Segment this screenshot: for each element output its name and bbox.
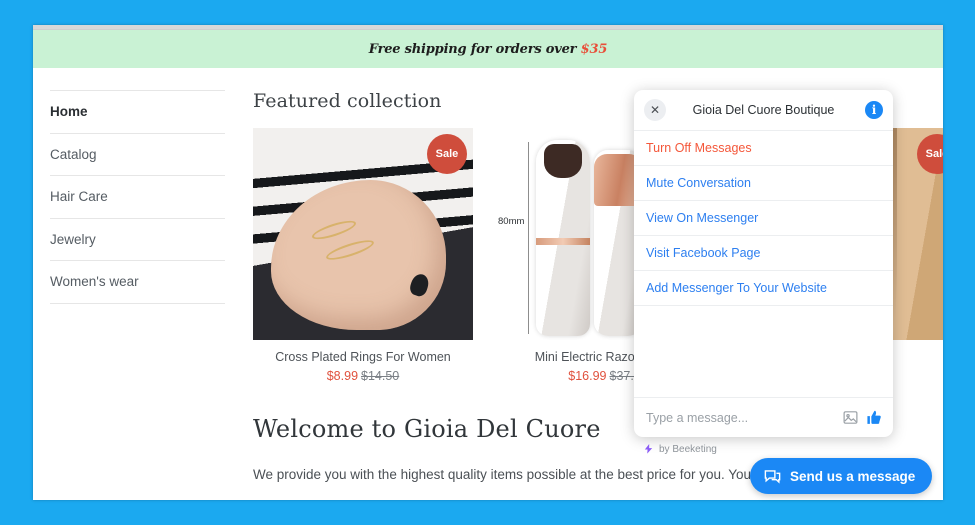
menu-item-visit-facebook-page-label: Visit Facebook Page — [646, 246, 761, 260]
product-image-rings[interactable]: Sale — [253, 128, 473, 340]
razor-head — [544, 144, 582, 178]
messenger-header: ✕ Gioia Del Cuore Boutique i — [634, 90, 893, 130]
thumbs-up-icon[interactable] — [866, 409, 883, 426]
announcement-bar: Free shipping for orders over $35 — [33, 30, 943, 68]
sidebar-item-home-label: Home — [50, 104, 88, 119]
chat-bubble-icon — [764, 469, 781, 484]
menu-item-mute-conversation[interactable]: Mute Conversation — [634, 165, 893, 200]
menu-item-view-on-messenger-label: View On Messenger — [646, 211, 759, 225]
image-attachment-icon[interactable] — [842, 409, 859, 426]
sidebar-item-hair-care[interactable]: Hair Care — [50, 175, 225, 218]
sidebar-item-catalog-label: Catalog — [50, 146, 97, 162]
sale-badge: Sale — [427, 134, 467, 174]
lightning-bolt-icon — [644, 443, 653, 454]
menu-item-turn-off-messages[interactable]: Turn Off Messages — [634, 130, 893, 165]
sidebar-item-hair-care-label: Hair Care — [50, 189, 108, 205]
beeketing-branding-label: by Beeketing — [659, 443, 717, 455]
sidebar-nav: Home Catalog Hair Care Jewelry Women's w… — [50, 90, 225, 499]
send-us-a-message-label: Send us a message — [790, 468, 916, 484]
sidebar-item-jewelry[interactable]: Jewelry — [50, 217, 225, 261]
info-icon[interactable]: i — [865, 101, 883, 119]
dimension-label-height: 80mm — [498, 216, 525, 227]
product-price-rings: $8.99 $14.50 — [253, 369, 473, 383]
sidebar-item-home[interactable]: Home — [50, 90, 225, 133]
messenger-menu: Turn Off Messages Mute Conversation View… — [634, 130, 893, 397]
menu-item-mute-conversation-label: Mute Conversation — [646, 176, 751, 190]
beeketing-branding: by Beeketing — [643, 443, 717, 455]
menu-item-visit-facebook-page[interactable]: Visit Facebook Page — [634, 235, 893, 270]
message-composer[interactable]: Type a message... — [634, 397, 893, 437]
product-sale-price-rings: $8.99 — [326, 369, 359, 383]
dimension-line-vertical — [528, 142, 529, 334]
menu-item-add-messenger-to-website[interactable]: Add Messenger To Your Website — [634, 270, 893, 305]
sidebar-item-catalog[interactable]: Catalog — [50, 132, 225, 176]
message-input[interactable]: Type a message... — [646, 411, 835, 425]
sidebar-item-jewelry-label: Jewelry — [50, 231, 96, 247]
announcement-text-prefix: Free shipping for orders over — [368, 41, 581, 57]
product-sale-price-razor: $16.99 — [568, 369, 607, 383]
product-compare-price-rings: $14.50 — [361, 369, 400, 383]
menu-item-turn-off-messages-label: Turn Off Messages — [646, 141, 752, 155]
close-icon[interactable]: ✕ — [644, 99, 666, 121]
product-card-rings[interactable]: Sale Cross Plated Rings For Women $8.99 $… — [253, 128, 473, 383]
menu-item-view-on-messenger[interactable]: View On Messenger — [634, 200, 893, 235]
product-title-rings: Cross Plated Rings For Women — [275, 350, 451, 364]
messenger-title: Gioia Del Cuore Boutique — [692, 103, 835, 117]
announcement-text: Free shipping for orders over $35 — [368, 41, 608, 57]
razor-copper-band — [536, 238, 590, 245]
messenger-chat-panel[interactable]: ✕ Gioia Del Cuore Boutique i Turn Off Me… — [634, 90, 893, 437]
sidebar-item-womens-wear-label: Women's wear — [50, 274, 139, 290]
menu-item-add-messenger-to-website-label: Add Messenger To Your Website — [646, 281, 827, 295]
sidebar-item-womens-wear[interactable]: Women's wear — [50, 260, 225, 304]
send-us-a-message-button[interactable]: Send us a message — [750, 458, 933, 494]
announcement-amount: $35 — [580, 41, 608, 57]
